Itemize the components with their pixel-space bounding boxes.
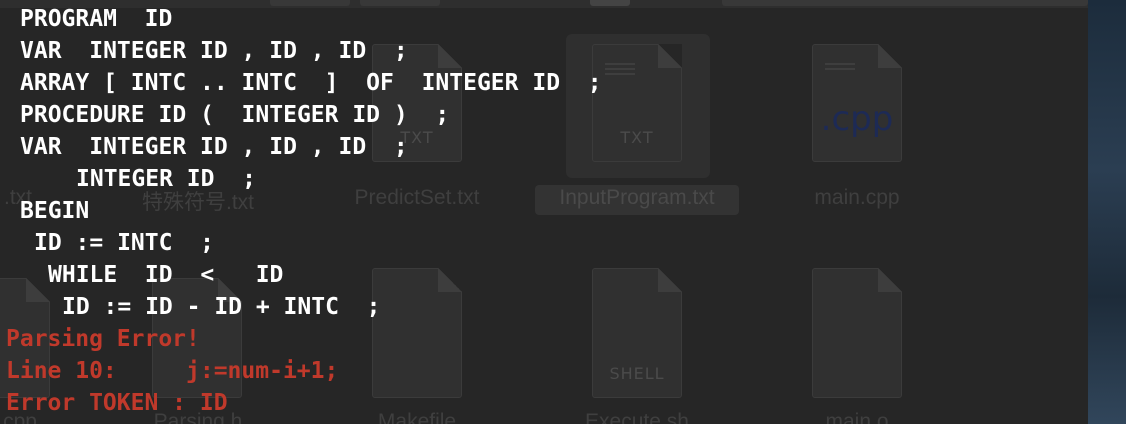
terminal-error-color: #c0392b: [0, 0, 1, 1]
screen: TXT TXT .cpp .txt 特殊符号.txt PredictSet.tx…: [0, 0, 1126, 424]
desktop-wallpaper: [1088, 0, 1126, 424]
token-line: BEGIN: [20, 198, 90, 224]
error-message: Parsing Error!: [6, 326, 200, 352]
token-line: INTEGER ID ;: [76, 166, 257, 192]
token-line: VAR INTEGER ID , ID , ID ;: [20, 134, 408, 160]
token-line: WHILE ID < ID: [48, 262, 284, 288]
token-line: ID := INTC ;: [34, 230, 215, 256]
error-token: Error TOKEN : ID: [6, 390, 228, 416]
terminal-text-color: #ffffff: [0, 0, 1, 1]
token-line: ARRAY [ INTC .. INTC ] OF INTEGER ID ;: [20, 70, 602, 96]
token-line: PROCEDURE ID ( INTEGER ID ) ;: [20, 102, 450, 128]
terminal-output: PROGRAM ID VAR INTEGER ID , ID , ID ; AR…: [0, 0, 1088, 424]
error-line-info: Line 10: j:=num-i+1;: [6, 358, 339, 384]
token-line: VAR INTEGER ID , ID , ID ;: [20, 38, 408, 64]
token-line: PROGRAM ID: [20, 6, 173, 32]
token-line: ID := ID - ID + INTC ;: [62, 294, 381, 320]
